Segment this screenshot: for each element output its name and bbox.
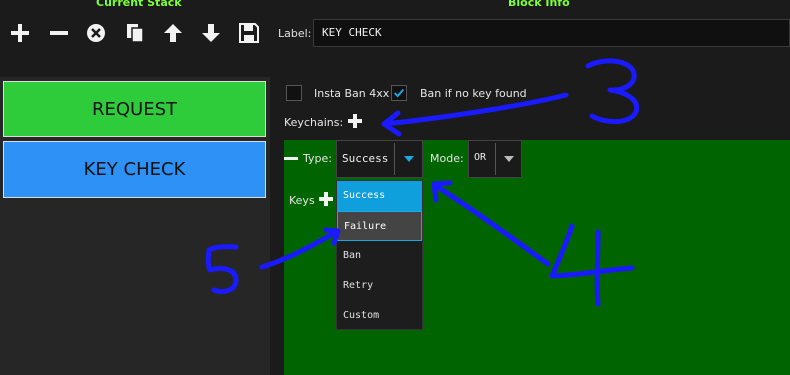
dropdown-separator — [394, 143, 395, 175]
type-dropdown[interactable]: Success — [336, 140, 423, 178]
stack-item-request[interactable]: REQUEST — [3, 81, 266, 137]
type-dropdown-value: Success — [342, 152, 389, 165]
plus-icon[interactable] — [7, 20, 33, 46]
add-keychain-icon[interactable] — [346, 112, 364, 130]
mode-label: Mode: — [430, 152, 464, 165]
chevron-down-icon[interactable] — [504, 156, 514, 162]
label-field-label: Label: — [278, 27, 312, 40]
arrow-down-icon[interactable] — [198, 20, 224, 46]
remove-keychain-icon[interactable] — [284, 157, 298, 160]
ban-if-no-key-checkbox[interactable] — [391, 85, 407, 101]
arrow-up-icon[interactable] — [160, 20, 186, 46]
add-key-icon[interactable] — [317, 190, 335, 208]
save-icon[interactable] — [236, 20, 262, 46]
minus-icon[interactable] — [46, 20, 72, 46]
label-input[interactable]: KEY CHECK — [313, 19, 790, 47]
dropdown-option-failure[interactable]: Failure — [337, 211, 422, 241]
block-info-title: Block Info — [508, 0, 570, 9]
keys-label: Keys — [289, 194, 315, 207]
mode-dropdown[interactable]: OR — [468, 140, 522, 178]
dropdown-separator — [495, 143, 496, 175]
current-stack-title: Current Stack — [96, 0, 182, 9]
copy-icon[interactable] — [122, 20, 148, 46]
type-dropdown-list: Success Failure Ban Retry Custom — [336, 180, 423, 330]
insta-ban-label: Insta Ban 4xx — [314, 87, 390, 100]
type-label: Type: — [303, 152, 332, 165]
chevron-down-icon[interactable] — [404, 156, 414, 162]
dropdown-option-retry[interactable]: Retry — [337, 271, 422, 301]
checkmark-icon — [393, 88, 405, 98]
dropdown-option-success[interactable]: Success — [337, 181, 422, 211]
annotation-arrow-3 — [381, 92, 569, 137]
stack-item-key-check[interactable]: KEY CHECK — [3, 141, 266, 198]
insta-ban-checkbox[interactable] — [286, 85, 302, 101]
dropdown-option-custom[interactable]: Custom — [337, 301, 422, 331]
dropdown-option-ban[interactable]: Ban — [337, 241, 422, 271]
close-circle-icon[interactable] — [83, 20, 109, 46]
mode-dropdown-value: OR — [474, 152, 487, 163]
annotation-number-3 — [585, 58, 640, 124]
keychains-label: Keychains: — [284, 116, 344, 129]
ban-if-no-key-label: Ban if no key found — [420, 87, 527, 100]
